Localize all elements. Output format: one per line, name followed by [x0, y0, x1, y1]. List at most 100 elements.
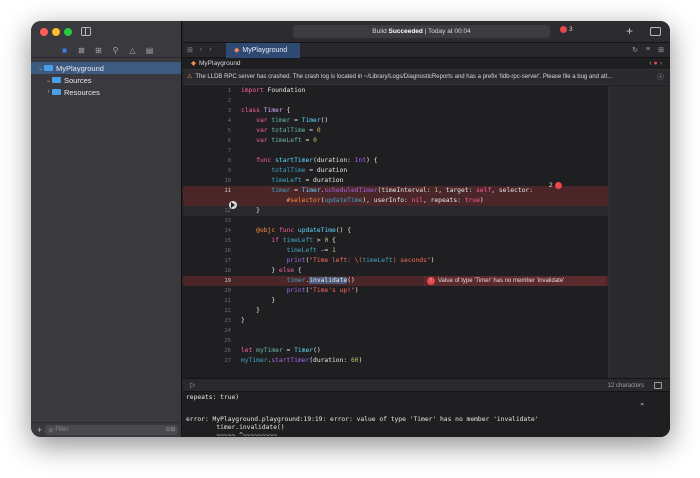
debug-console[interactable]: repeats: true) error: MyPlayground.playg…: [183, 392, 670, 437]
tab-label: MyPlayground: [242, 47, 288, 54]
line-number: 23: [224, 318, 231, 324]
warning-icon: ⚠: [187, 74, 193, 80]
line-number: 24: [224, 328, 231, 334]
code-line: 17 print("Time left: \(timeLeft) seconds…: [183, 256, 608, 266]
close-icon[interactable]: ⓧ: [657, 70, 664, 84]
run-icon[interactable]: ▷: [190, 381, 195, 389]
code-line: 9 totalTime = duration: [183, 166, 608, 176]
doc-icon[interactable]: ▤: [145, 46, 154, 55]
code-line: 27 myTimer.startTimer(duration: 60): [183, 356, 608, 366]
line-number: 8: [227, 158, 231, 164]
code-line: 7: [183, 146, 608, 156]
code-line: 22 }: [183, 306, 608, 316]
split-icon[interactable]: ⊞: [658, 46, 664, 54]
hierarchy-icon[interactable]: ⊞: [94, 46, 103, 55]
code-line: 8 func startTimer(duration: Int) {: [183, 156, 608, 166]
filter-placeholder: Filter: [55, 427, 69, 433]
line-number: 11: [224, 188, 231, 194]
line-number: 25: [224, 338, 231, 344]
line-number: 19: [224, 278, 231, 284]
code-line: 13: [183, 216, 608, 226]
tree-item-label: Resources: [64, 87, 100, 97]
run-line-icon[interactable]: [229, 201, 237, 209]
code-line: 14 @objc func updateTime() {: [183, 226, 608, 236]
code-line: 1 import Foundation: [183, 86, 608, 96]
line-number: 14: [224, 228, 231, 234]
lines-icon[interactable]: ≡: [646, 46, 650, 54]
filter-input[interactable]: ⊜ Filter ⊙⊟: [45, 425, 179, 435]
character-count: 12 characters: [607, 383, 644, 389]
error-icon: [554, 182, 562, 189]
code-line: 18 } else {: [183, 266, 608, 276]
project-tree: ⌄ MyPlayground ⌄ Sources › Resources: [31, 58, 181, 98]
tree-item-resources[interactable]: › Resources: [31, 86, 181, 98]
tree-item-label: Sources: [64, 75, 92, 85]
line-number: 9: [227, 168, 231, 174]
jump-bar[interactable]: ◆ MyPlayground ‹ ● ›: [183, 58, 670, 70]
tab-myplayground[interactable]: ◆ MyPlayground: [226, 43, 300, 58]
chevron-down-icon[interactable]: ⌄: [45, 77, 52, 84]
console-line: ~~~~~ ^~~~~~~~~~: [186, 432, 277, 437]
toolbar: Build Succeeded | Today at 00:04 3 +: [183, 21, 670, 43]
line-number: 26: [224, 348, 231, 354]
code-line: 2: [183, 96, 608, 106]
add-icon[interactable]: +: [626, 24, 633, 38]
add-icon[interactable]: +: [37, 425, 42, 435]
error-count: 2: [549, 182, 553, 189]
debug-bar: ▷ 12 characters: [183, 378, 670, 392]
swift-icon: ◆: [191, 60, 196, 67]
code-line: 4 var timer = Timer(): [183, 116, 608, 126]
console-line: repeats: true): [186, 394, 240, 401]
search-icon[interactable]: ⚲: [111, 46, 120, 55]
chevron-right-icon[interactable]: ›: [45, 89, 52, 95]
tree-item-myplayground[interactable]: ⌄ MyPlayground: [31, 62, 181, 74]
zoom-window-button[interactable]: [64, 28, 72, 36]
code-line: 16 timeLeft -= 1: [183, 246, 608, 256]
code-editor[interactable]: 1 import Foundation 2 3 class Timer { 4 va…: [183, 86, 670, 378]
line-number: 27: [224, 358, 231, 364]
line-number: 2: [227, 98, 231, 104]
code-line-error: 11 timer = Timer.scheduledTimer(timeInte…: [183, 186, 608, 196]
error-count-badge[interactable]: 3: [560, 26, 573, 33]
minimize-window-button[interactable]: [52, 28, 60, 36]
tree-item-sources[interactable]: ⌄ Sources: [31, 74, 181, 86]
playground-icon: [44, 65, 53, 71]
folder-icon[interactable]: ■: [60, 46, 69, 55]
status-prefix: Build: [372, 28, 389, 35]
line-number: 18: [224, 268, 231, 274]
code-line: 3 class Timer {: [183, 106, 608, 116]
refresh-icon[interactable]: ↻: [632, 46, 638, 54]
sidebar-toggle-icon[interactable]: [81, 27, 91, 36]
sidebar-footer: + ⊜ Filter ⊙⊟: [31, 422, 182, 437]
grid-icon[interactable]: ⊞: [187, 46, 193, 54]
inline-error-annotation[interactable]: ! Value of type 'Timer' has no member 'i…: [424, 276, 606, 286]
line-number: 3: [227, 108, 231, 114]
chevron-down-icon[interactable]: ⌄: [37, 65, 44, 72]
chevron-right-icon[interactable]: ›: [209, 46, 211, 54]
filter-options-icon[interactable]: ⊙⊟: [165, 426, 175, 433]
close-window-button[interactable]: [40, 28, 48, 36]
code-line: 23}: [183, 316, 608, 326]
sidebar-titlebar: [31, 21, 181, 43]
code-line: 25: [183, 336, 608, 346]
minimap[interactable]: [608, 86, 670, 378]
editor-area: Build Succeeded | Today at 00:04 3 + ⊞ ‹…: [183, 21, 670, 437]
code-line: 10 timeLeft = duration: [183, 176, 608, 186]
inline-error-text: Value of type 'Timer' has no member 'inv…: [438, 278, 565, 284]
code-line: 26 let myTimer = Timer(): [183, 346, 608, 356]
line-number: 7: [227, 148, 231, 154]
error-count-annotation[interactable]: 2: [549, 182, 562, 189]
editor-options: ↻ ≡ ⊞: [632, 46, 664, 54]
code-line: 20 print("Time's up!"): [183, 286, 608, 296]
warning-icon[interactable]: △: [128, 46, 137, 55]
navigator-tabs: ■ ⊠ ⊞ ⚲ △ ▤: [31, 43, 181, 58]
console-toggle-icon[interactable]: [654, 382, 662, 389]
code-line: 24: [183, 326, 608, 336]
x-square-icon[interactable]: ⊠: [77, 46, 86, 55]
inspector-toggle-icon[interactable]: [650, 27, 661, 36]
chevron-left-icon[interactable]: ‹: [200, 46, 202, 54]
issue-nav[interactable]: ‹ ● ›: [649, 58, 662, 70]
line-number: 22: [224, 308, 231, 314]
line-number: 12: [224, 208, 231, 214]
swift-icon: ◆: [234, 47, 240, 54]
